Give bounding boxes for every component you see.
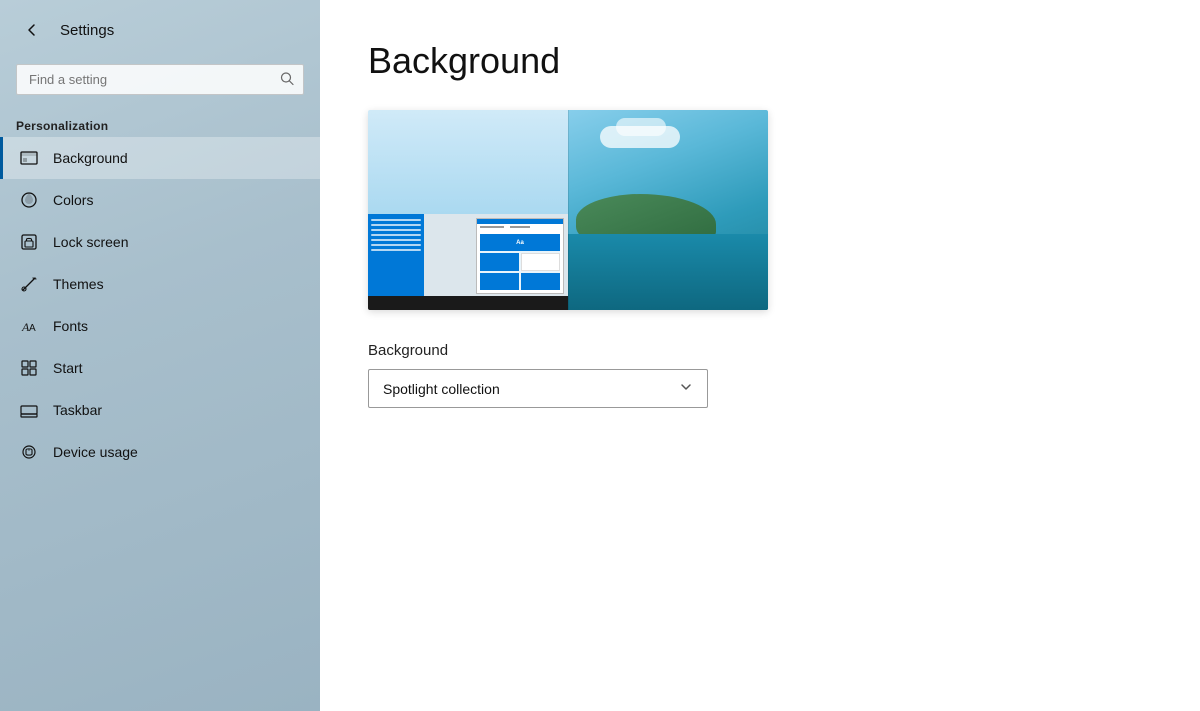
svg-text:A: A (29, 323, 36, 334)
sidebar-item-label-background: Background (53, 150, 128, 166)
preview-window: Aa (476, 218, 564, 294)
preview-blue-sidebar (368, 214, 424, 296)
chevron-down-icon (679, 380, 693, 397)
sidebar-item-label-device-usage: Device usage (53, 444, 138, 460)
search-box[interactable] (16, 64, 304, 95)
section-label: Personalization (0, 111, 320, 137)
sidebar-item-label-colors: Colors (53, 192, 93, 208)
preview-sidebar-lines (368, 214, 424, 256)
preview-line-5 (371, 239, 421, 241)
preview-sky-left (368, 110, 568, 220)
sidebar-item-label-fonts: Fonts (53, 318, 88, 334)
taskbar-icon (19, 400, 39, 420)
preview-tile-1 (480, 253, 519, 270)
preview-line-3 (371, 229, 421, 231)
start-icon (19, 358, 39, 378)
sidebar-header: Settings (0, 0, 320, 60)
background-preview: Aa (368, 110, 768, 310)
preview-tile-2 (521, 253, 560, 270)
preview-header-line-2 (510, 226, 530, 228)
sidebar-item-background[interactable]: Background (0, 137, 320, 179)
preview-line-7 (371, 249, 421, 251)
sidebar-item-label-themes: Themes (53, 276, 104, 292)
preview-line-6 (371, 244, 421, 246)
preview-header-line-1 (480, 226, 504, 228)
main-content: Background (320, 0, 1200, 711)
sidebar: Settings Personalization Background (0, 0, 320, 711)
background-icon (19, 148, 39, 168)
fonts-icon: A A (19, 316, 39, 336)
colors-icon (19, 190, 39, 210)
preview-tile-grid: Aa (480, 234, 560, 290)
preview-line-4 (371, 234, 421, 236)
preview-divider (568, 110, 569, 310)
preview-tile-3 (480, 273, 519, 290)
dropdown-value: Spotlight collection (383, 381, 500, 397)
sidebar-item-themes[interactable]: Themes (0, 263, 320, 305)
sidebar-item-lock-screen[interactable]: Lock screen (0, 221, 320, 263)
sidebar-item-label-lock-screen: Lock screen (53, 234, 128, 250)
search-input[interactable] (16, 64, 304, 95)
preview-water-lower (568, 234, 768, 310)
preview-taskbar (368, 296, 568, 310)
background-label: Background (368, 342, 1152, 359)
background-dropdown[interactable]: Spotlight collection (368, 369, 708, 408)
sidebar-title: Settings (60, 22, 114, 39)
preview-header-lines (480, 224, 560, 230)
preview-tile-aa: Aa (480, 234, 560, 251)
preview-cloud-2 (616, 118, 666, 136)
back-button[interactable] (16, 14, 48, 46)
themes-icon (19, 274, 39, 294)
page-title: Background (368, 40, 1152, 82)
sidebar-item-label-start: Start (53, 360, 83, 376)
sidebar-item-device-usage[interactable]: Device usage (0, 431, 320, 473)
sidebar-item-fonts[interactable]: A A Fonts (0, 305, 320, 347)
sidebar-item-colors[interactable]: Colors (0, 179, 320, 221)
preview-line-2 (371, 224, 421, 226)
preview-tile-4 (521, 273, 560, 290)
lock-screen-icon (19, 232, 39, 252)
sidebar-item-label-taskbar: Taskbar (53, 402, 102, 418)
preview-line-1 (371, 219, 421, 221)
device-usage-icon (19, 442, 39, 462)
sidebar-item-start[interactable]: Start (0, 347, 320, 389)
sidebar-item-taskbar[interactable]: Taskbar (0, 389, 320, 431)
